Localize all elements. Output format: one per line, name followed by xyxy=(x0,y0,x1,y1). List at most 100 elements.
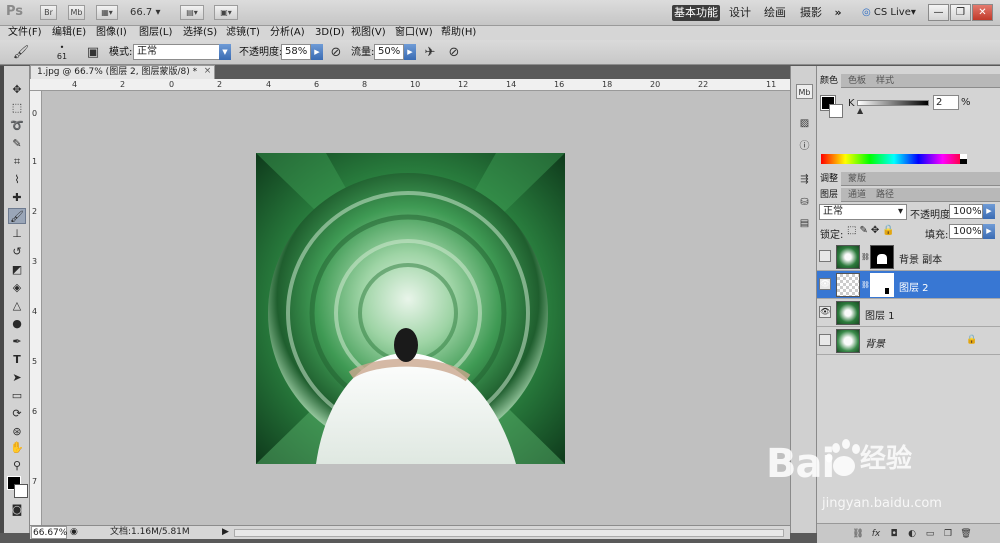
workspace-essentials[interactable]: 基本功能 xyxy=(672,5,720,21)
horizontal-scrollbar[interactable] xyxy=(234,529,784,537)
menu-filter[interactable]: 滤镜(T) xyxy=(226,26,260,40)
cs-live-menu[interactable]: ◎ CS Live▾ xyxy=(862,5,922,21)
pressure-opacity-icon[interactable]: ⊘ xyxy=(327,44,345,61)
move-tool-icon[interactable]: ✥ xyxy=(8,82,26,98)
tab-color[interactable]: 颜色 xyxy=(817,74,842,88)
layer-name[interactable]: 图层 1 xyxy=(865,307,895,322)
background-color-swatch[interactable] xyxy=(14,484,28,498)
brush-tool-icon[interactable]: 🖌 xyxy=(8,208,26,224)
tab-layers[interactable]: 图层 xyxy=(817,188,842,202)
spectrum-black-white[interactable] xyxy=(960,154,967,164)
horizontal-ruler[interactable]: 4 2 0 2 4 6 8 10 12 14 16 18 20 22 11 xyxy=(30,79,790,91)
k-channel-slider[interactable] xyxy=(857,100,929,106)
quick-mask-icon[interactable]: ◙ xyxy=(8,502,26,518)
shape-tool-icon[interactable]: ▭ xyxy=(8,388,26,404)
menu-analysis[interactable]: 分析(A) xyxy=(270,26,305,40)
k-slider-thumb-icon[interactable]: ▲ xyxy=(857,106,863,115)
mode-select[interactable]: 正常 xyxy=(133,44,231,60)
mode-dropdown-arrow-icon[interactable]: ▼ xyxy=(219,44,231,60)
path-select-tool-icon[interactable]: ➤ xyxy=(8,370,26,386)
minimize-button[interactable]: — xyxy=(928,4,949,21)
pen-tool-icon[interactable]: ✒ xyxy=(8,334,26,350)
document-tab[interactable]: 1.jpg @ 66.7% (图层 2, 图层蒙版/8) * xyxy=(30,65,215,79)
layer-mask-thumbnail[interactable] xyxy=(870,273,894,297)
brush-presets-icon[interactable]: ⇶ xyxy=(796,172,813,187)
visibility-toggle-off[interactable] xyxy=(819,334,831,346)
restore-button[interactable]: ❐ xyxy=(950,4,971,21)
minibridge-panel-icon[interactable]: Mb xyxy=(796,84,813,99)
layer-mask-thumbnail[interactable] xyxy=(870,245,894,269)
navigator-panel-icon[interactable]: ▨ xyxy=(796,116,813,131)
menu-window[interactable]: 窗口(W) xyxy=(395,26,433,40)
flow-input[interactable]: 50% xyxy=(374,44,404,60)
zoom-status-input[interactable]: 66.67% xyxy=(31,526,67,539)
brush-panel-toggle-icon[interactable]: ▣ xyxy=(84,44,102,61)
crop-tool-icon[interactable]: ⌗ xyxy=(8,154,26,170)
color-spectrum-bar[interactable] xyxy=(821,154,967,164)
hand-tool-icon[interactable]: ✋ xyxy=(8,440,26,456)
delete-layer-icon[interactable]: 🗑 xyxy=(959,527,973,541)
flow-slider-arrow-icon[interactable]: ▶ xyxy=(404,44,416,60)
k-value-input[interactable]: 2 xyxy=(933,95,959,110)
tab-styles[interactable]: 样式 xyxy=(873,74,897,88)
blur-tool-icon[interactable]: △ xyxy=(8,298,26,314)
tab-paths[interactable]: 路径 xyxy=(873,188,897,202)
link-chain-icon[interactable]: ⛓ xyxy=(861,281,870,289)
arrange-documents-button[interactable]: ▤▾ xyxy=(180,5,204,20)
layer-name[interactable]: 背景 副本 xyxy=(899,251,942,266)
info-panel-icon[interactable]: ⓘ xyxy=(796,139,813,154)
zoom-level-combo[interactable]: 66.7 ▾ xyxy=(130,4,166,21)
screen-mode-button[interactable]: ▣▾ xyxy=(214,5,238,20)
clone-stamp-tool-icon[interactable]: ⊥ xyxy=(8,226,26,242)
view-extras-button[interactable]: ▦▾ xyxy=(96,5,118,20)
eraser-tool-icon[interactable]: ◩ xyxy=(8,262,26,278)
layer-row-layer-1[interactable]: 👁 图层 1 xyxy=(817,299,1000,327)
tab-channels[interactable]: 通道 xyxy=(845,188,869,202)
healing-brush-tool-icon[interactable]: ✚ xyxy=(8,190,26,206)
eyedropper-tool-icon[interactable]: ⌇ xyxy=(8,172,26,188)
tab-adjustments[interactable]: 调整 xyxy=(817,172,842,186)
layer-opacity-arrow-icon[interactable]: ▶ xyxy=(983,204,995,219)
marquee-tool-icon[interactable]: ⬚ xyxy=(8,100,26,116)
close-window-button[interactable]: ✕ xyxy=(972,4,993,21)
tab-swatches[interactable]: 色板 xyxy=(845,74,869,88)
history-brush-tool-icon[interactable]: ↺ xyxy=(8,244,26,260)
layer-row-background-copy[interactable]: ⛓ 背景 副本 xyxy=(817,243,1000,271)
fill-input[interactable]: 100% xyxy=(949,224,983,239)
link-layers-icon[interactable]: ⛓ xyxy=(851,527,865,541)
quick-select-tool-icon[interactable]: ✎ xyxy=(8,136,26,152)
airbrush-icon[interactable]: ✈ xyxy=(421,44,439,61)
fill-arrow-icon[interactable]: ▶ xyxy=(983,224,995,239)
type-tool-icon[interactable]: T xyxy=(8,352,26,368)
paint-bucket-tool-icon[interactable]: ◈ xyxy=(8,280,26,296)
menu-layer[interactable]: 图层(L) xyxy=(139,26,172,40)
3d-rotate-tool-icon[interactable]: ⟳ xyxy=(8,406,26,422)
dodge-tool-icon[interactable]: ● xyxy=(8,316,26,332)
zoom-tool-icon[interactable]: ⚲ xyxy=(8,458,26,474)
layer-style-icon[interactable]: fx xyxy=(869,527,883,541)
status-menu-arrow-icon[interactable]: ▶ xyxy=(222,526,229,539)
status-options-icon[interactable]: ◉ xyxy=(70,526,78,539)
layer-name[interactable]: 图层 2 xyxy=(899,279,929,294)
bridge-button[interactable]: Br xyxy=(40,5,57,20)
menu-select[interactable]: 选择(S) xyxy=(183,26,217,40)
new-group-icon[interactable]: ▭ xyxy=(923,527,937,541)
menu-help[interactable]: 帮助(H) xyxy=(441,26,476,40)
brush-preset-picker[interactable]: • 61 xyxy=(54,43,70,63)
3d-orbit-tool-icon[interactable]: ⊛ xyxy=(8,424,26,440)
opacity-slider-arrow-icon[interactable]: ▶ xyxy=(311,44,323,60)
clone-source-icon[interactable]: ⛁ xyxy=(796,195,813,210)
workspace-design[interactable]: 设计 xyxy=(728,5,752,21)
canvas-image[interactable] xyxy=(256,153,565,464)
workspace-photography[interactable]: 摄影 xyxy=(798,5,824,21)
visibility-toggle-off[interactable] xyxy=(819,250,831,262)
blend-mode-select[interactable]: 正常 ▾ xyxy=(819,204,907,220)
add-mask-icon[interactable]: ◘ xyxy=(887,527,901,541)
document-close-icon[interactable]: × xyxy=(202,66,213,77)
minibridge-button[interactable]: Mb xyxy=(68,5,85,20)
menu-image[interactable]: 图像(I) xyxy=(96,26,127,40)
menu-file[interactable]: 文件(F) xyxy=(8,26,42,40)
lock-options-icon[interactable]: ⬚✎✥🔒 xyxy=(847,225,898,236)
tab-masks[interactable]: 蒙版 xyxy=(845,172,869,186)
workspace-painting[interactable]: 绘画 xyxy=(762,5,788,21)
